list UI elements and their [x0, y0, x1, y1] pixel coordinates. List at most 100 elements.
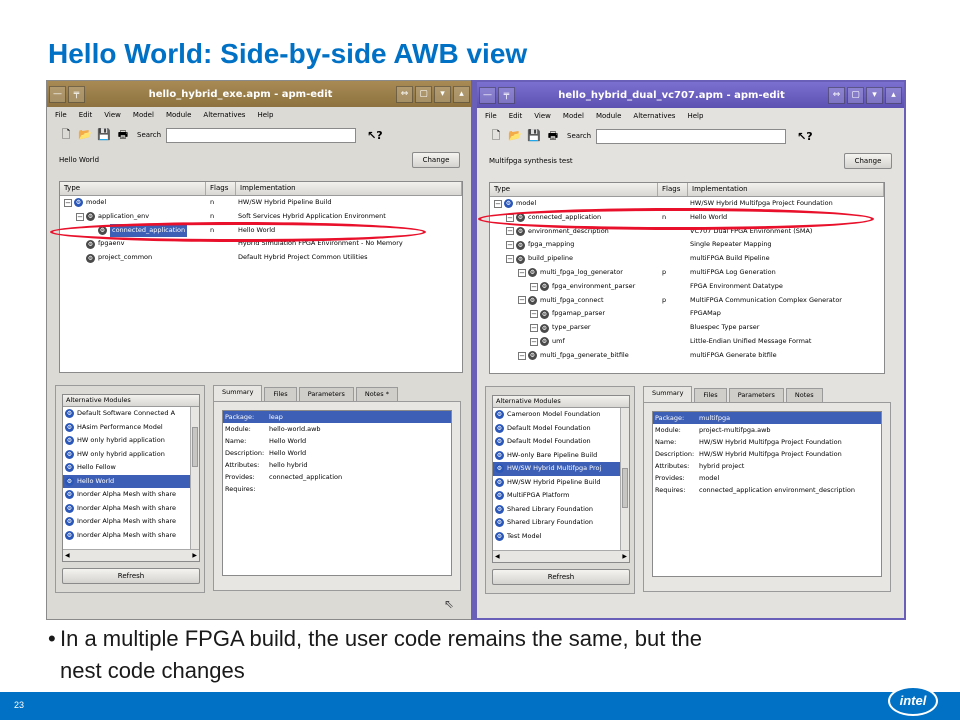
alternative-item[interactable]: ⚙ Shared Library Foundation — [493, 503, 629, 517]
tree-row[interactable]: − ⚙ connected_application n Hello World — [490, 211, 884, 225]
minimize-icon[interactable]: ▾ — [866, 86, 883, 104]
menu-alternatives[interactable]: Alternatives — [203, 111, 245, 119]
open-folder-icon[interactable]: 📂 — [508, 129, 522, 143]
help-icon[interactable]: ↖? — [797, 130, 813, 143]
expander-icon[interactable]: − — [530, 310, 538, 319]
scroll-right-icon[interactable]: ▶ — [622, 551, 627, 562]
alternative-item[interactable]: ⚙ Cameroon Model Foundation — [493, 408, 629, 422]
new-file-icon[interactable]: 🗋 — [489, 129, 503, 143]
alternative-item[interactable]: ⚙ Default Software Connected A — [63, 407, 199, 421]
window-menu-icon[interactable]: — — [49, 85, 66, 103]
menu-view[interactable]: View — [534, 112, 551, 120]
save-icon[interactable]: 💾 — [97, 128, 111, 142]
left-titlebar[interactable]: — ╤ hello_hybrid_exe.apm - apm-edit ⇔ ▢ … — [47, 81, 472, 107]
alternative-item[interactable]: ⚙ Inorder Alpha Mesh with share — [63, 529, 199, 543]
alternative-item[interactable]: ⚙ Default Model Foundation — [493, 435, 629, 449]
tab-notes[interactable]: Notes * — [355, 387, 399, 401]
tree-row[interactable]: ⚙ fpgaenv Hybrid Simulation FPGA Environme… — [60, 237, 462, 251]
tree-row[interactable]: − ⚙ fpga_mapping Single Repeater Mapping — [490, 238, 884, 252]
expander-icon[interactable]: − — [518, 351, 526, 360]
tree-row[interactable]: − ⚙ multi_fpga_log_generator p multiFPGA Log… — [490, 266, 884, 280]
menu-help[interactable]: Help — [257, 111, 273, 119]
expander-icon[interactable]: − — [494, 199, 502, 208]
expander-icon[interactable]: − — [64, 198, 72, 207]
alternative-item[interactable]: ⚙ HW/SW Hybrid Multifpga Proj — [493, 462, 629, 476]
tab-parameters[interactable]: Parameters — [298, 387, 354, 401]
menu-alternatives[interactable]: Alternatives — [633, 112, 675, 120]
tree-row[interactable]: − ⚙ type_parser Bluespec Type parser — [490, 321, 884, 335]
tree-row[interactable]: − ⚙ fpgamap_parser FPGAMap — [490, 307, 884, 321]
menu-file[interactable]: File — [55, 111, 67, 119]
save-icon[interactable]: 💾 — [527, 129, 541, 143]
expander-icon[interactable]: − — [530, 337, 538, 346]
tree-row[interactable]: − ⚙ umf Little-Endian Unified Message Forma… — [490, 335, 884, 349]
alternative-item[interactable]: ⚙ Inorder Alpha Mesh with share — [63, 502, 199, 516]
tree-row[interactable]: − ⚙ build_pipeline multiFPGA Build Pipeline — [490, 252, 884, 266]
minimize-icon[interactable]: ▾ — [434, 85, 451, 103]
expander-icon[interactable]: − — [518, 296, 526, 305]
window-menu-icon[interactable]: — — [479, 86, 496, 104]
print-icon[interactable]: 🖶 — [546, 129, 560, 143]
tab-summary[interactable]: Summary — [213, 385, 263, 401]
alternative-item[interactable]: ⚙ Hello World — [63, 474, 199, 488]
maximize-icon[interactable]: ▢ — [415, 85, 432, 103]
search-input[interactable] — [596, 128, 787, 144]
alternative-item[interactable]: ⚙ Inorder Alpha Mesh with share — [63, 515, 199, 529]
right-titlebar[interactable]: — ╤ hello_hybrid_dual_vc707.apm - apm-ed… — [477, 82, 904, 108]
tab-summary[interactable]: Summary — [643, 386, 693, 402]
refresh-button[interactable]: Refresh — [62, 568, 200, 584]
new-file-icon[interactable]: 🗋 — [59, 128, 73, 142]
col-flags[interactable]: Flags — [206, 182, 236, 195]
alternative-item[interactable]: ⚙ Inorder Alpha Mesh with share — [63, 488, 199, 502]
menu-model[interactable]: Model — [133, 111, 154, 119]
shade-icon[interactable]: ⇔ — [828, 86, 845, 104]
scroll-left-icon[interactable]: ◀ — [495, 551, 500, 562]
shade-icon[interactable]: ⇔ — [396, 85, 413, 103]
tree-row[interactable]: − ⚙ fpga_environment_parser FPGA Environmen… — [490, 280, 884, 294]
alternative-item[interactable]: ⚙ Shared Library Foundation — [493, 516, 629, 530]
expander-icon[interactable]: − — [530, 282, 538, 291]
module-tree[interactable]: Type Flags Implementation − ⚙ model n HW/SW … — [59, 181, 463, 373]
vertical-scrollbar[interactable] — [190, 407, 199, 549]
expander-icon[interactable]: − — [76, 212, 84, 221]
alternative-item[interactable]: ⚙ HW/SW Hybrid Pipeline Build — [493, 476, 629, 490]
expander-icon[interactable]: − — [506, 241, 514, 250]
menu-model[interactable]: Model — [563, 112, 584, 120]
alternatives-list[interactable]: Alternative Modules ⚙ Cameroon Model Foun… — [492, 395, 630, 563]
vertical-scrollbar[interactable] — [620, 408, 629, 550]
alternative-item[interactable]: ⚙ Default Model Foundation — [493, 422, 629, 436]
expander-icon[interactable]: − — [518, 268, 526, 277]
refresh-button[interactable]: Refresh — [492, 569, 630, 585]
alternative-item[interactable]: ⚙ HAsim Performance Model — [63, 421, 199, 435]
expander-icon[interactable]: − — [530, 324, 538, 333]
menu-help[interactable]: Help — [687, 112, 703, 120]
scroll-right-icon[interactable]: ▶ — [192, 550, 197, 561]
menu-file[interactable]: File — [485, 112, 497, 120]
horizontal-scrollbar[interactable]: ◀ ▶ — [493, 550, 629, 562]
maximize-icon[interactable]: ▢ — [847, 86, 864, 104]
menu-view[interactable]: View — [104, 111, 121, 119]
tree-row[interactable]: − ⚙ environment_description VC707 Dual FPGA… — [490, 225, 884, 239]
alternative-item[interactable]: ⚙ MultiFPGA Platform — [493, 489, 629, 503]
alternative-item[interactable]: ⚙ HW only hybrid application — [63, 448, 199, 462]
alternative-item[interactable]: ⚙ Test Model — [493, 530, 629, 544]
tree-row[interactable]: − ⚙ application_env n Soft Services Hybrid A… — [60, 210, 462, 224]
menu-module[interactable]: Module — [596, 112, 621, 120]
tab-notes[interactable]: Notes — [785, 388, 823, 402]
horizontal-scrollbar[interactable]: ◀ ▶ — [63, 549, 199, 561]
col-type[interactable]: Type — [490, 183, 658, 196]
close-icon[interactable]: ▴ — [885, 86, 902, 104]
expander-icon[interactable]: − — [506, 227, 514, 236]
tab-files[interactable]: Files — [694, 388, 727, 402]
search-input[interactable] — [166, 127, 357, 143]
tree-row[interactable]: ⚙ project_common Default Hybrid Project Co… — [60, 251, 462, 265]
menu-module[interactable]: Module — [166, 111, 191, 119]
menu-edit[interactable]: Edit — [509, 112, 523, 120]
help-icon[interactable]: ↖? — [367, 129, 383, 142]
change-button[interactable]: Change — [844, 153, 892, 169]
expander-icon[interactable]: − — [506, 213, 514, 222]
alternatives-list[interactable]: Alternative Modules ⚙ Default Software Co… — [62, 394, 200, 562]
print-icon[interactable]: 🖶 — [116, 128, 130, 142]
col-flags[interactable]: Flags — [658, 183, 688, 196]
open-folder-icon[interactable]: 📂 — [78, 128, 92, 142]
